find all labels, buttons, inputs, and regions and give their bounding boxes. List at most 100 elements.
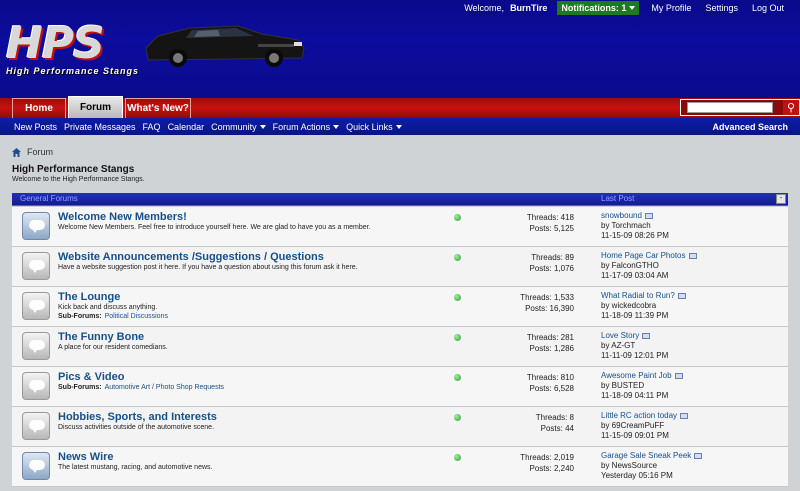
online-status-icon: [454, 254, 461, 261]
forum-title[interactable]: News Wire: [58, 451, 114, 463]
subnav-community[interactable]: Community: [211, 122, 266, 132]
last-post-title[interactable]: Love Story: [601, 331, 639, 341]
search-box: ⚲: [680, 99, 800, 116]
last-post-title[interactable]: Little RC action today: [601, 411, 677, 421]
forum-title[interactable]: Welcome New Members!: [58, 211, 187, 223]
breadcrumb: Forum: [12, 147, 53, 157]
site-logo[interactable]: HPS High Performance Stangs: [6, 12, 306, 82]
go-to-post-icon[interactable]: [677, 293, 686, 299]
last-post-title[interactable]: Awesome Paint Job: [601, 371, 672, 381]
go-to-post-icon[interactable]: [644, 213, 653, 219]
tab-home[interactable]: Home: [12, 98, 66, 118]
last-post-author[interactable]: by Torchmach: [601, 221, 669, 231]
forum-row: News Wire The latest mustang, racing, an…: [12, 447, 788, 487]
breadcrumb-forum[interactable]: Forum: [27, 147, 53, 157]
last-post-author[interactable]: by BUSTED: [601, 381, 683, 391]
forum-stats: Threads: 2,019 Posts: 2,240: [520, 453, 574, 473]
forum-row: Hobbies, Sports, and Interests Discuss a…: [12, 407, 788, 447]
forum-list: Welcome New Members! Welcome New Members…: [12, 207, 788, 487]
forum-stats: Threads: 89 Posts: 1,076: [529, 253, 574, 273]
last-post-title[interactable]: What Radial to Run?: [601, 291, 675, 301]
settings-link[interactable]: Settings: [705, 3, 738, 13]
forum-stats: Threads: 810 Posts: 6,528: [526, 373, 574, 393]
forum-stats: Threads: 8 Posts: 44: [535, 413, 574, 433]
forum-description: A place for our resident comedians.: [58, 344, 168, 351]
forum-row: Pics & Video Sub-Forums: Automotive Art /…: [12, 367, 788, 407]
last-post-time: 11-18-09 11:39 PM: [601, 311, 669, 320]
last-post-author[interactable]: by AZ-GT: [601, 341, 668, 351]
go-to-post-icon[interactable]: [688, 253, 697, 259]
last-post-title[interactable]: snowbound: [601, 211, 642, 221]
last-post-title[interactable]: Home Page Car Photos: [601, 251, 686, 261]
go-to-post-icon[interactable]: [674, 373, 683, 379]
collapse-icon[interactable]: -: [776, 194, 786, 204]
online-status-icon: [454, 374, 461, 381]
forum-description: The latest mustang, racing, and automoti…: [58, 464, 213, 471]
forum-stats: Threads: 1,533 Posts: 16,390: [520, 293, 574, 313]
last-post-time: 11-17-09 03:04 AM: [601, 271, 669, 280]
last-post-author[interactable]: by FalconGTHO: [601, 261, 697, 271]
my-profile-link[interactable]: My Profile: [651, 3, 691, 13]
last-post: What Radial to Run? by wickedcobra 11-18…: [601, 291, 686, 321]
subnav-forum-actions[interactable]: Forum Actions: [273, 122, 340, 132]
chevron-down-icon: [333, 124, 340, 129]
chevron-down-icon: [395, 124, 402, 129]
forum-status-icon: [22, 292, 50, 320]
forum-description: Welcome New Members. Feel free to introd…: [58, 224, 371, 231]
sub-forums: Sub-Forums: Automotive Art / Photo Shop R…: [58, 384, 225, 391]
last-post-author[interactable]: by 69CreamPuFF: [601, 421, 688, 431]
last-post-time: 11-15-09 09:01 PM: [601, 431, 669, 440]
sub-forum-link[interactable]: Automotive Art / Photo Shop Requests: [105, 384, 224, 391]
search-icon: ⚲: [786, 102, 796, 114]
go-to-post-icon[interactable]: [680, 413, 689, 419]
subnav-quick-links[interactable]: Quick Links: [346, 122, 402, 132]
subnav-faq[interactable]: FAQ: [143, 122, 161, 132]
forum-title[interactable]: The Lounge: [58, 291, 120, 303]
username-link[interactable]: BurnTire: [510, 3, 547, 13]
page-title: High Performance Stangs: [12, 164, 135, 175]
forum-status-icon: [22, 452, 50, 480]
last-post-author[interactable]: by NewsSource: [601, 461, 702, 471]
forum-status-icon: [22, 252, 50, 280]
forum-row: The Funny Bone A place for our resident …: [12, 327, 788, 367]
go-to-post-icon[interactable]: [642, 333, 651, 339]
forum-title[interactable]: Pics & Video: [58, 371, 124, 383]
go-to-post-icon[interactable]: [694, 453, 703, 459]
last-post-title[interactable]: Garage Sale Sneak Peek: [601, 451, 691, 461]
search-button[interactable]: ⚲: [783, 100, 799, 115]
subnav-private-messages[interactable]: Private Messages: [64, 122, 136, 132]
forum-title[interactable]: Website Announcements /Suggestions / Que…: [58, 251, 324, 263]
forum-row: Welcome New Members! Welcome New Members…: [12, 207, 788, 247]
log-out-link[interactable]: Log Out: [752, 3, 784, 13]
forum-description: Discuss activities outside of the automo…: [58, 424, 215, 431]
last-post: Awesome Paint Job by BUSTED 11-18-09 04:…: [601, 371, 683, 401]
online-status-icon: [454, 414, 461, 421]
advanced-search-link[interactable]: Advanced Search: [712, 122, 788, 132]
last-post-author[interactable]: by wickedcobra: [601, 301, 686, 311]
sub-forum-link[interactable]: Political Discussions: [105, 313, 168, 320]
forum-status-icon: [22, 332, 50, 360]
forum-description: Have a website suggestion post it here. …: [58, 264, 358, 271]
subnav-calendar[interactable]: Calendar: [168, 122, 205, 132]
online-status-icon: [454, 454, 461, 461]
notifications-button[interactable]: Notifications: 1: [557, 1, 640, 15]
last-post: Garage Sale Sneak Peek by NewsSource Yes…: [601, 451, 703, 481]
last-post: Home Page Car Photos by FalconGTHO 11-17…: [601, 251, 697, 281]
main-nav: Home Forum What's New? ⚲: [0, 96, 800, 118]
last-post: snowbound by Torchmach 11-15-09 08:26 PM: [601, 211, 669, 241]
forum-status-icon: [22, 412, 50, 440]
sub-forums: Sub-Forums: Political Discussions: [58, 313, 168, 320]
category-title[interactable]: General Forums: [20, 194, 78, 203]
last-post-time: 11-11-09 12:01 PM: [601, 351, 669, 360]
page-description: Welcome to the High Performance Stangs.: [12, 176, 145, 183]
search-input[interactable]: [687, 102, 773, 113]
forum-stats: Threads: 418 Posts: 5,125: [526, 213, 574, 233]
forum-title[interactable]: Hobbies, Sports, and Interests: [58, 411, 217, 423]
tab-whats-new[interactable]: What's New?: [125, 98, 191, 118]
top-links: Welcome, BurnTire Notifications: 1 My Pro…: [464, 0, 800, 16]
forum-stats: Threads: 281 Posts: 1,286: [526, 333, 574, 353]
forum-title[interactable]: The Funny Bone: [58, 331, 144, 343]
subnav-new-posts[interactable]: New Posts: [14, 122, 57, 132]
tab-forum[interactable]: Forum: [68, 96, 123, 118]
home-icon[interactable]: [12, 147, 21, 157]
